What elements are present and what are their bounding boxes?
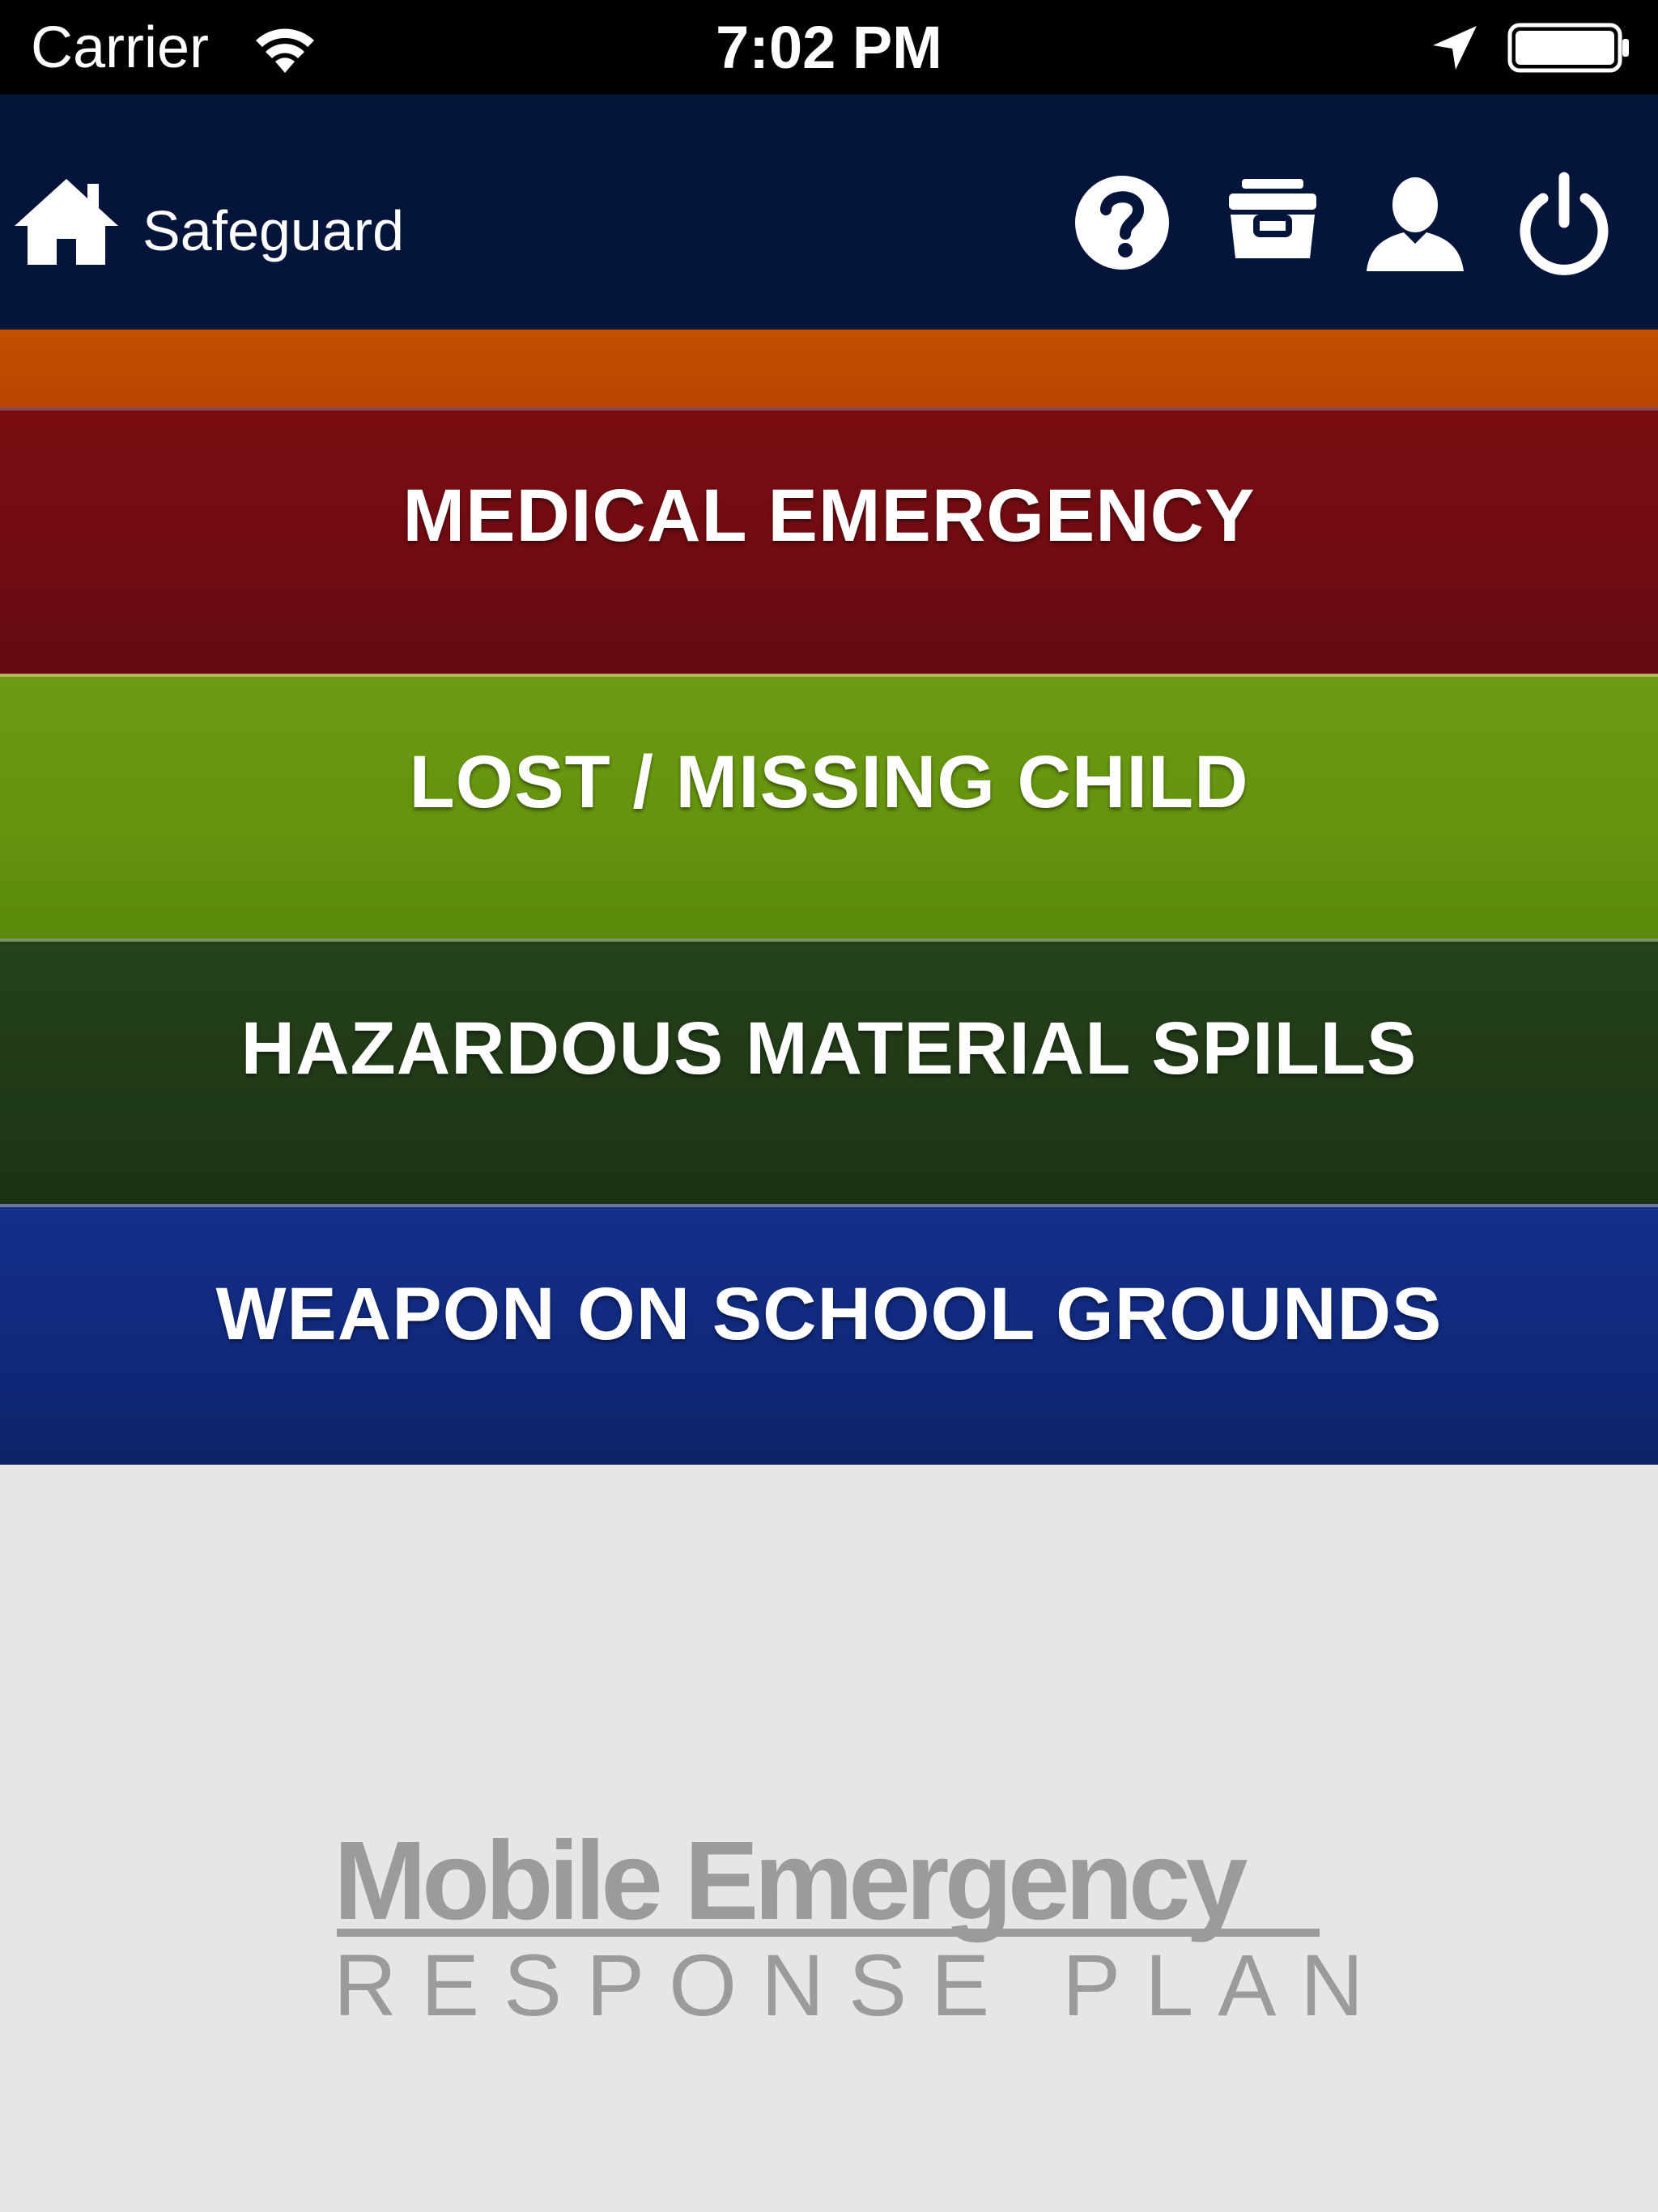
hazardous-material-spills-button[interactable]: HAZARDOUS MATERIAL SPILLS	[0, 938, 1658, 1204]
status-time: 7:02 PM	[716, 14, 942, 81]
weapon-on-school-grounds-button[interactable]: WEAPON ON SCHOOL GROUNDS	[0, 1204, 1658, 1465]
medical-emergency-button[interactable]: MEDICAL EMERGENCY	[0, 407, 1658, 674]
status-bar: Carrier 7:02 PM	[0, 0, 1658, 95]
home-icon[interactable]	[11, 176, 121, 266]
logo-sub-text: RESPONSE PLAN	[334, 1936, 1388, 2034]
lost-missing-child-button[interactable]: LOST / MISSING CHILD	[0, 674, 1658, 938]
user-icon[interactable]	[1362, 169, 1469, 276]
battery-icon	[1507, 23, 1629, 73]
page-title: Safeguard	[142, 199, 405, 262]
button-label: LOST / MISSING CHILD	[409, 741, 1249, 823]
button-label: WEAPON ON SCHOOL GROUNDS	[215, 1273, 1443, 1355]
button-label: HAZARDOUS MATERIAL SPILLS	[240, 1007, 1418, 1090]
location-arrow-icon	[1433, 26, 1477, 70]
app-logo: Mobile Emergency RESPONSE PLAN	[334, 1819, 1363, 2032]
logo-main-text: Mobile Emergency	[334, 1819, 1248, 1943]
orange-strip	[0, 330, 1658, 407]
button-label: MEDICAL EMERGENCY	[402, 474, 1256, 557]
nav-bar: Safeguard	[0, 95, 1658, 330]
power-icon[interactable]	[1511, 169, 1618, 276]
help-icon[interactable]	[1069, 169, 1175, 276]
box-icon[interactable]	[1219, 169, 1326, 276]
